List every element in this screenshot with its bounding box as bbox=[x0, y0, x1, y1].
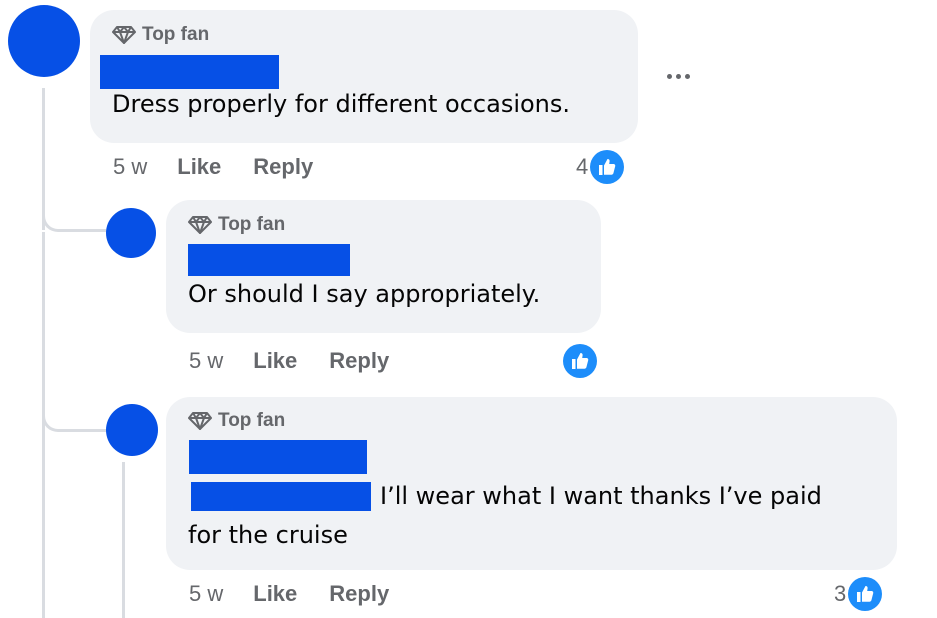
top-fan-badge: Top fan bbox=[188, 214, 579, 236]
like-button[interactable]: Like bbox=[253, 348, 297, 374]
reaction-summary[interactable]: 3 bbox=[834, 577, 883, 611]
diamond-icon bbox=[188, 411, 212, 431]
top-fan-badge: Top fan bbox=[188, 410, 875, 432]
reaction-summary[interactable] bbox=[561, 344, 597, 378]
author-name-redacted[interactable] bbox=[188, 244, 350, 276]
tagged-name-redacted[interactable] bbox=[191, 481, 371, 511]
thread-connector-reply-1 bbox=[42, 200, 106, 232]
thumbs-up-icon bbox=[848, 577, 883, 611]
comment-bubble: Top fan Or should I say appropriately. bbox=[166, 200, 601, 333]
like-button[interactable]: Like bbox=[177, 154, 221, 180]
badge-label: Top fan bbox=[218, 410, 286, 431]
comment-text: I’ll wear what I want thanks I’ve paid bbox=[380, 482, 822, 510]
reply-button[interactable]: Reply bbox=[329, 581, 389, 607]
avatar[interactable] bbox=[8, 5, 80, 77]
reaction-summary[interactable]: 4 bbox=[576, 150, 625, 184]
thumbs-up-icon bbox=[563, 344, 597, 378]
diamond-icon bbox=[188, 215, 212, 235]
more-options-icon[interactable] bbox=[658, 62, 698, 90]
timestamp[interactable]: 5 w bbox=[189, 581, 223, 607]
comment-actions: 5 w Like Reply bbox=[189, 581, 421, 607]
comment-text: Dress properly for different occasions. bbox=[112, 90, 571, 118]
reply-button[interactable]: Reply bbox=[253, 154, 313, 180]
reaction-count: 4 bbox=[576, 154, 589, 179]
comment-bubble: Top fan I’ll wear what I want thanks I’v… bbox=[166, 397, 897, 570]
badge-label: Top fan bbox=[218, 214, 286, 235]
diamond-icon bbox=[112, 25, 136, 45]
comment-thread: Top fan Dress properly for different occ… bbox=[0, 0, 937, 618]
comment-text-continued: for the cruise bbox=[188, 521, 348, 549]
thread-connector-reply-2 bbox=[42, 398, 106, 432]
comment-bubble: Top fan Dress properly for different occ… bbox=[90, 10, 638, 143]
comment-actions: 5 w Like Reply bbox=[189, 348, 421, 374]
author-name-redacted[interactable] bbox=[189, 440, 367, 474]
like-button[interactable]: Like bbox=[253, 581, 297, 607]
thumbs-up-icon bbox=[590, 150, 625, 184]
avatar[interactable] bbox=[106, 404, 158, 456]
comment-text: Or should I say appropriately. bbox=[188, 280, 541, 308]
comment-actions: 5 w Like Reply bbox=[113, 154, 345, 180]
thread-line-reply-2 bbox=[122, 462, 125, 618]
comment-first-line: I’ll wear what I want thanks I’ve paid bbox=[188, 477, 875, 515]
reaction-count: 3 bbox=[834, 581, 847, 606]
top-fan-badge: Top fan bbox=[112, 24, 616, 46]
avatar[interactable] bbox=[106, 208, 156, 258]
reply-button[interactable]: Reply bbox=[329, 348, 389, 374]
thread-line-bottom bbox=[42, 432, 45, 618]
badge-label: Top fan bbox=[142, 24, 210, 45]
timestamp[interactable]: 5 w bbox=[113, 154, 147, 180]
timestamp[interactable]: 5 w bbox=[189, 348, 223, 374]
